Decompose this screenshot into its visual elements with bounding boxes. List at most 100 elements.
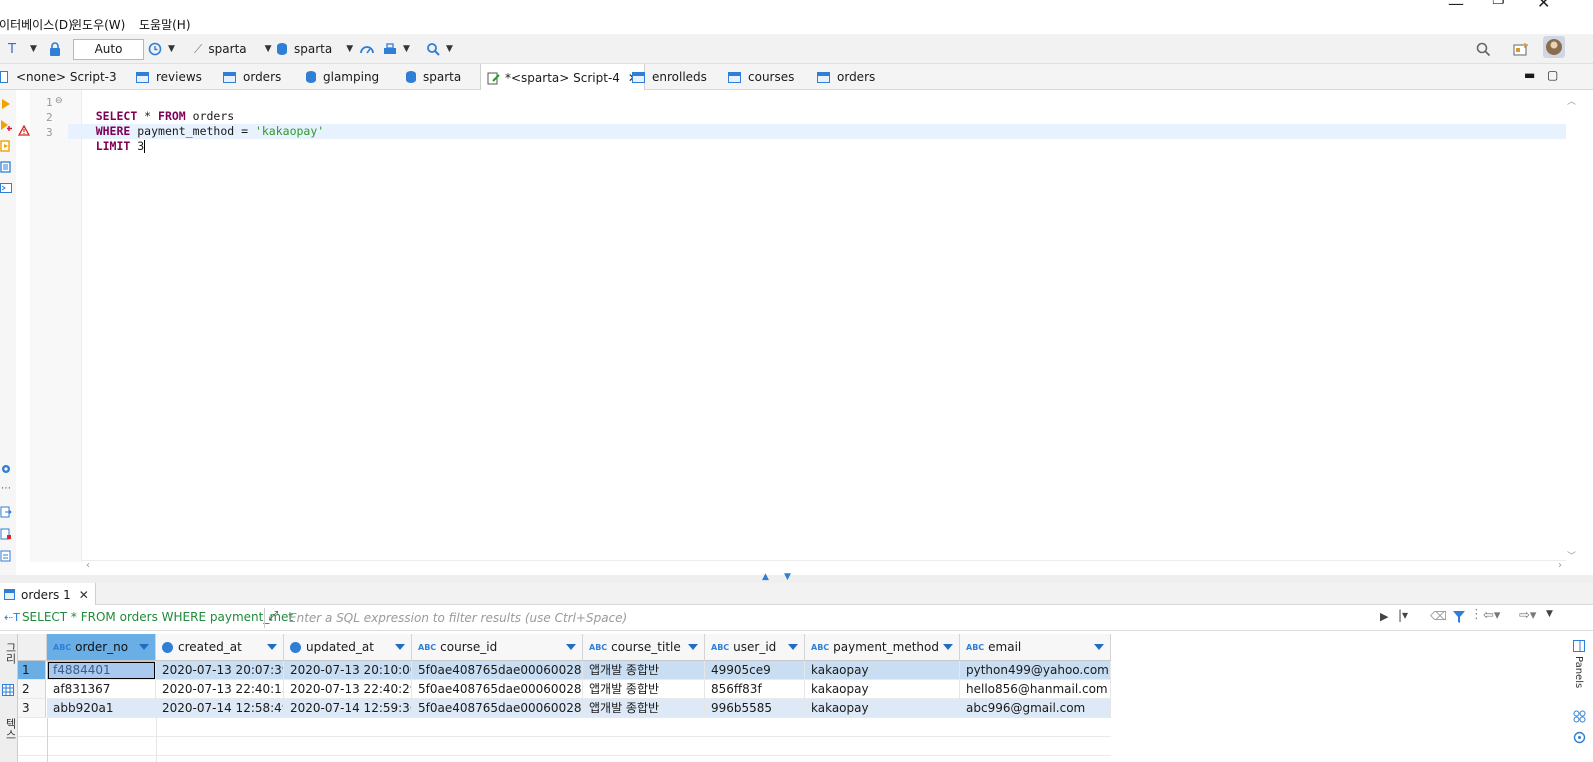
column-header-user_id[interactable]: ABC user_id	[705, 634, 805, 661]
tab-sparta[interactable]: sparta	[406, 64, 461, 90]
more-options-icon[interactable]: ⋮	[1470, 607, 1483, 622]
column-header-email[interactable]: ABC email	[960, 634, 1111, 661]
tab-glamping[interactable]: glamping	[306, 64, 379, 90]
lock-icon[interactable]	[49, 40, 61, 58]
tab-orders[interactable]: orders	[223, 64, 281, 90]
cell-updated_at[interactable]: 2020-07-14 12:59:36	[284, 699, 412, 718]
variables-icon[interactable]	[0, 550, 12, 562]
scroll-left-icon[interactable]: ‹	[86, 560, 90, 571]
scroll-up-icon[interactable]: ︿	[1567, 94, 1576, 107]
transaction-log-icon[interactable]: ▼	[383, 40, 410, 58]
cell-order_no[interactable]: af831367	[47, 680, 156, 699]
grid-view-icon[interactable]	[2, 684, 14, 696]
tab-script-4[interactable]: *<sparta> Script-4 ✕	[480, 64, 645, 91]
close-results-tab-icon[interactable]: ✕	[79, 588, 89, 602]
menu-database[interactable]: 데이터베이스(D)	[0, 16, 73, 33]
table-row[interactable]: 3 abb920a1 2020-07-14 12:58:49 2020-07-1…	[18, 699, 1111, 718]
perspective-icon[interactable]	[1513, 40, 1529, 58]
cell-course_title[interactable]: 앱개발 종합반	[583, 661, 705, 680]
menu-help[interactable]: 도움말(H)	[139, 16, 191, 33]
maximize-pane-icon[interactable]: ▢	[1547, 68, 1558, 82]
refresh-icon[interactable]	[1573, 731, 1586, 744]
filter-funnel-icon[interactable]	[1453, 611, 1465, 624]
cell-created_at[interactable]: 2020-07-13 22:40:13	[156, 680, 284, 699]
tab-enrolleds[interactable]: enrolleds	[632, 64, 707, 90]
editor-horizontal-scrollbar[interactable]: ‹ ›	[82, 560, 1566, 572]
cell-course_id[interactable]: 5f0ae408765dae0006002817	[412, 661, 583, 680]
cell-email[interactable]: hello856@hanmail.com	[960, 680, 1111, 699]
grid-view-tab[interactable]: 그리	[2, 642, 18, 664]
cell-payment_method[interactable]: kakaopay	[805, 699, 960, 718]
expand-down-icon[interactable]: ▼	[784, 572, 791, 582]
cell-payment_method[interactable]: kakaopay	[805, 680, 960, 699]
cell-user_id[interactable]: 49905ce9	[705, 661, 805, 680]
column-header-updated_at[interactable]: updated_at	[284, 634, 412, 661]
text-view-tab[interactable]: 텍스	[2, 718, 18, 740]
apply-filter-icon[interactable]: ▶	[1380, 610, 1388, 623]
clear-filter-icon[interactable]: ⌫	[1430, 609, 1447, 623]
column-filter-icon[interactable]	[1094, 644, 1104, 650]
panels-label[interactable]: Panels	[1573, 656, 1584, 688]
cell-course_title[interactable]: 앱개발 종합반	[583, 680, 705, 699]
scroll-right-icon[interactable]: ›	[1558, 560, 1562, 571]
minimize-pane-icon[interactable]: ▬	[1524, 68, 1535, 82]
column-header-course_title[interactable]: ABC course_title	[583, 634, 705, 661]
dashboard-icon[interactable]	[359, 40, 375, 58]
close-window-icon[interactable]: ✕	[1537, 0, 1550, 12]
execute-script-icon[interactable]	[0, 140, 12, 152]
cell-course_id[interactable]: 5f0ae408765dae0006002817	[412, 699, 583, 718]
execute-new-tab-icon[interactable]	[0, 119, 12, 131]
column-header-payment_method[interactable]: ABC payment_method	[805, 634, 960, 661]
column-filter-icon[interactable]	[943, 644, 953, 650]
settings-gear-icon[interactable]	[0, 463, 12, 475]
sql-editor[interactable]: 1 ⊖ 2 3 SELECT * FROM orders WHERE payme…	[16, 90, 1593, 575]
menu-window[interactable]: 윈도우(W)	[71, 16, 125, 33]
user-avatar[interactable]	[1543, 36, 1565, 58]
cell-course_id[interactable]: 5f0ae408765dae0006002817	[412, 680, 583, 699]
column-filter-icon[interactable]	[788, 644, 798, 650]
console-icon[interactable]	[0, 182, 12, 194]
menu-dropdown-icon[interactable]: ▼	[1546, 609, 1553, 619]
history-icon[interactable]: ▼	[148, 40, 175, 58]
cell-payment_method[interactable]: kakaopay	[805, 661, 960, 680]
explain-plan-icon[interactable]	[0, 161, 12, 173]
cell-order_no[interactable]: f4884401	[47, 661, 156, 680]
tab-results-orders[interactable]: orders 1 ✕	[0, 583, 96, 606]
tab-courses[interactable]: courses	[728, 64, 794, 90]
export-icon[interactable]	[0, 506, 12, 518]
cell-email[interactable]: python499@yahoo.com	[960, 661, 1111, 680]
column-header-order_no[interactable]: ABC order_no	[47, 634, 156, 661]
column-header-created_at[interactable]: created_at	[156, 634, 284, 661]
cell-course_title[interactable]: 앱개발 종합반	[583, 699, 705, 718]
tab-reviews[interactable]: reviews	[136, 64, 202, 90]
restore-icon[interactable]: ❐	[1492, 0, 1505, 8]
editor-vertical-scrollbar[interactable]: ︿ ﹀	[1567, 94, 1581, 562]
column-filter-icon[interactable]	[139, 644, 149, 650]
cell-user_id[interactable]: 856ff83f	[705, 680, 805, 699]
minimize-icon[interactable]: —	[1448, 0, 1464, 13]
back-icon[interactable]: ⇦▾	[1483, 608, 1500, 623]
cell-email[interactable]: abc996@gmail.com	[960, 699, 1111, 718]
forward-icon[interactable]: ⇨▾	[1519, 608, 1536, 623]
layout-icon[interactable]	[1573, 710, 1586, 723]
cell-created_at[interactable]: 2020-07-14 12:58:49	[156, 699, 284, 718]
cell-updated_at[interactable]: 2020-07-13 22:40:29	[284, 680, 412, 699]
table-row[interactable]: 2 af831367 2020-07-13 22:40:13 2020-07-1…	[18, 680, 1111, 699]
schema-selector[interactable]: sparta ▼	[277, 40, 353, 58]
row-number[interactable]: 1	[18, 661, 46, 680]
filter-input[interactable]	[264, 608, 1394, 628]
error-log-icon[interactable]	[0, 528, 12, 540]
scroll-down-icon[interactable]: ﹀	[1567, 549, 1576, 562]
tab-script-3[interactable]: <none> Script-3	[0, 64, 117, 90]
transaction-mode-icon[interactable]: T ▼	[8, 40, 37, 58]
panels-icon[interactable]	[1573, 640, 1585, 652]
fold-icon[interactable]: ⊖	[55, 96, 63, 106]
row-number[interactable]: 3	[18, 699, 46, 718]
expand-up-icon[interactable]: ▲	[762, 572, 769, 582]
cell-order_no[interactable]: abb920a1	[47, 699, 156, 718]
column-filter-icon[interactable]	[688, 644, 698, 650]
execute-statement-icon[interactable]	[0, 98, 12, 110]
datasource-selector[interactable]: ⟋ sparta ▼	[194, 40, 272, 58]
row-number[interactable]: 2	[18, 680, 46, 699]
more-icon[interactable]: ⋯	[1, 483, 11, 494]
